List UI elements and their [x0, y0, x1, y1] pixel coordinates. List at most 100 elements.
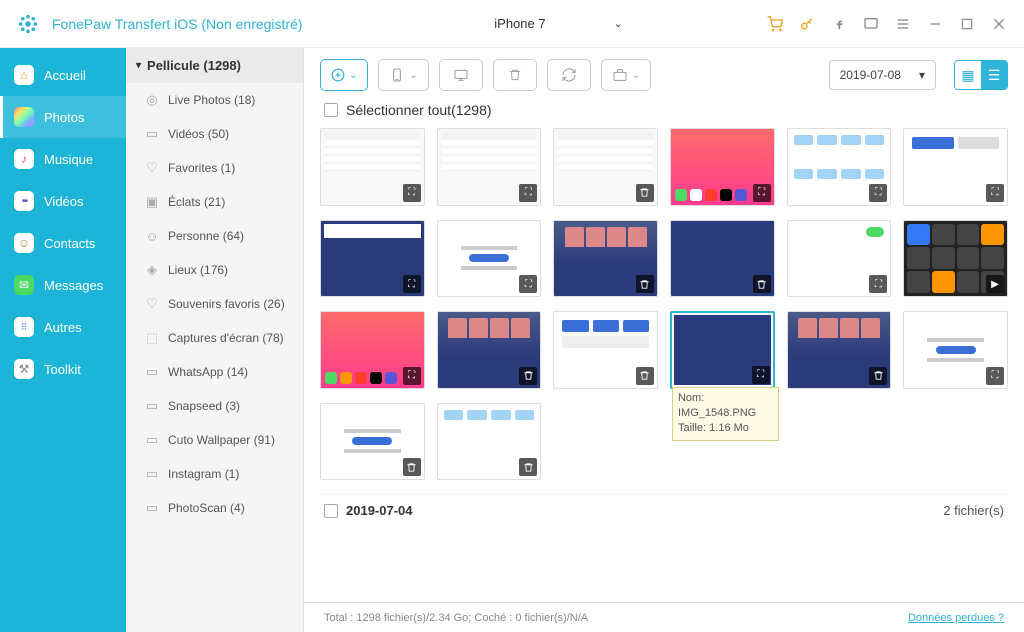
album-people[interactable]: ☺ Personne (64)	[126, 219, 303, 253]
close-button[interactable]	[990, 15, 1008, 33]
select-all-row: Sélectionner tout(1298)	[304, 102, 1024, 128]
thumbnail-grid[interactable]: ⛶ ⛶ ⛶ ⛶ ⛶ ⛶ ⛶ ⛶ ▶ ⛶ ⛶	[304, 128, 1024, 602]
nav-label: Messages	[44, 278, 103, 293]
album-memories[interactable]: ♡Souvenirs favoris (26)	[126, 287, 303, 321]
date-filter[interactable]: 2019-07-08▾	[829, 60, 936, 90]
content-area: ⌄ ⌄ ⌄ 2019-07-08▾ ▦ ☰ Sélectionner tout(…	[304, 48, 1024, 632]
album-instagram[interactable]: ▭Instagram (1)	[126, 457, 303, 491]
app-title: FonePaw Transfert iOS (Non enregistré)	[52, 16, 303, 32]
photo-thumbnail[interactable]	[670, 220, 775, 298]
photo-tooltip: Nom: IMG_1548.PNG Taille: 1.16 Mo	[672, 387, 779, 441]
select-all-label: Sélectionner tout(1298)	[346, 102, 492, 118]
feedback-icon[interactable]	[862, 15, 880, 33]
grid-view-button[interactable]: ▦	[955, 61, 981, 89]
chevron-down-icon: ⌄	[409, 70, 417, 81]
crop-icon: ⛶	[403, 184, 421, 202]
cart-icon[interactable]	[766, 15, 784, 33]
left-nav: ⌂Accueil Photos ♪Musique •••Vidéos ☺Cont…	[0, 48, 126, 632]
photo-thumbnail[interactable]: ▶	[903, 220, 1008, 298]
section-checkbox[interactable]	[324, 504, 338, 518]
app-logo-icon	[16, 12, 40, 36]
photo-thumbnail[interactable]: ⛶	[320, 128, 425, 206]
toolbox-button[interactable]: ⌄	[601, 59, 651, 91]
trash-icon	[869, 367, 887, 385]
album-label: Personne (64)	[168, 229, 244, 243]
nav-videos[interactable]: •••Vidéos	[0, 180, 126, 222]
photo-thumbnail[interactable]: ⛶	[320, 311, 425, 389]
photo-thumbnail[interactable]: ⛶	[437, 220, 542, 298]
nav-home[interactable]: ⌂Accueil	[0, 54, 126, 96]
album-snapseed[interactable]: ▭Snapseed (3)	[126, 389, 303, 423]
photo-thumbnail[interactable]	[553, 220, 658, 298]
delete-button[interactable]	[493, 59, 537, 91]
chevron-down-icon: ⌄	[632, 70, 640, 81]
nav-toolkit[interactable]: ⚒Toolkit	[0, 348, 126, 390]
photo-thumbnail[interactable]	[553, 128, 658, 206]
titlebar-actions	[766, 15, 1008, 33]
photo-thumbnail[interactable]: ⛶	[670, 128, 775, 206]
photo-thumbnail[interactable]: ⛶	[437, 128, 542, 206]
album-header[interactable]: ▴Pellicule (1298)	[126, 48, 303, 83]
nav-photos[interactable]: Photos	[0, 96, 126, 138]
crop-icon: ⛶	[986, 367, 1004, 385]
export-pc-button[interactable]	[439, 59, 483, 91]
album-live-photos[interactable]: ◎Live Photos (18)	[126, 83, 303, 117]
photo-thumbnail[interactable]	[320, 403, 425, 481]
album-label: WhatsApp (14)	[168, 365, 248, 379]
date-section-footer: 2019-07-04 2 fichier(s)	[320, 494, 1008, 526]
trash-icon	[636, 275, 654, 293]
nav-contacts[interactable]: ☺Contacts	[0, 222, 126, 264]
trash-icon	[636, 184, 654, 202]
photo-thumbnail[interactable]: ⛶	[903, 311, 1008, 389]
people-icon: ☺	[144, 228, 160, 244]
photo-thumbnail[interactable]: ⛶	[903, 128, 1008, 206]
album-cuto[interactable]: ▭Cuto Wallpaper (91)	[126, 423, 303, 457]
album-favorites[interactable]: ♡Favorites (1)	[126, 151, 303, 185]
crop-icon: ⛶	[403, 275, 421, 293]
photo-thumbnail[interactable]: ⛶	[320, 220, 425, 298]
tooltip-name-label: Nom:	[678, 392, 704, 404]
lost-data-link[interactable]: Données perdues ?	[908, 612, 1004, 624]
photo-thumbnail[interactable]	[787, 311, 892, 389]
album-places[interactable]: ◈Lieux (176)	[126, 253, 303, 287]
minimize-button[interactable]	[926, 15, 944, 33]
photo-thumbnail[interactable]: ⛶ Nom: IMG_1548.PNG Taille: 1.16 Mo	[670, 311, 775, 389]
album-whatsapp[interactable]: ▭WhatsApp (14)	[126, 355, 303, 389]
nav-music[interactable]: ♪Musique	[0, 138, 126, 180]
device-selector[interactable]: iPhone 7 ⌄	[445, 9, 665, 39]
photo-thumbnail[interactable]: ⛶	[787, 128, 892, 206]
section-count: 2 fichier(s)	[943, 503, 1004, 518]
export-device-button[interactable]: ⌄	[378, 59, 428, 91]
key-icon[interactable]	[798, 15, 816, 33]
album-header-label: Pellicule (1298)	[147, 58, 241, 73]
photo-thumbnail[interactable]	[437, 311, 542, 389]
album-videos[interactable]: ▭ Vidéos (50)	[126, 117, 303, 151]
nav-others[interactable]: ⠿Autres	[0, 306, 126, 348]
add-button[interactable]: ⌄	[320, 59, 368, 91]
menu-icon[interactable]	[894, 15, 912, 33]
maximize-button[interactable]	[958, 15, 976, 33]
album-label: Live Photos (18)	[168, 93, 255, 107]
album-bursts[interactable]: ▣Éclats (21)	[126, 185, 303, 219]
photo-thumbnail[interactable]	[437, 403, 542, 481]
album-screenshots[interactable]: ⬚Captures d'écran (78)	[126, 321, 303, 355]
chevron-down-icon: ⌄	[349, 70, 357, 81]
videos-icon: •••	[14, 191, 34, 211]
nav-messages[interactable]: ✉Messages	[0, 264, 126, 306]
photo-thumbnail[interactable]	[553, 311, 658, 389]
status-text: Total : 1298 fichier(s)/2.34 Go; Coché :…	[324, 612, 588, 624]
facebook-icon[interactable]	[830, 15, 848, 33]
refresh-button[interactable]	[547, 59, 591, 91]
list-view-button[interactable]: ☰	[981, 61, 1007, 89]
nav-label: Toolkit	[44, 362, 81, 377]
folder-icon: ▭	[144, 466, 160, 482]
crop-icon: ⛶	[519, 184, 537, 202]
date-value: 2019-07-08	[840, 68, 901, 82]
video-icon: ▭	[144, 126, 160, 142]
album-photoscan[interactable]: ▭PhotoScan (4)	[126, 491, 303, 525]
status-bar: Total : 1298 fichier(s)/2.34 Go; Coché :…	[304, 602, 1024, 632]
album-label: Snapseed (3)	[168, 399, 240, 413]
album-label: Vidéos (50)	[168, 127, 229, 141]
photo-thumbnail[interactable]: ⛶	[787, 220, 892, 298]
select-all-checkbox[interactable]	[324, 103, 338, 117]
